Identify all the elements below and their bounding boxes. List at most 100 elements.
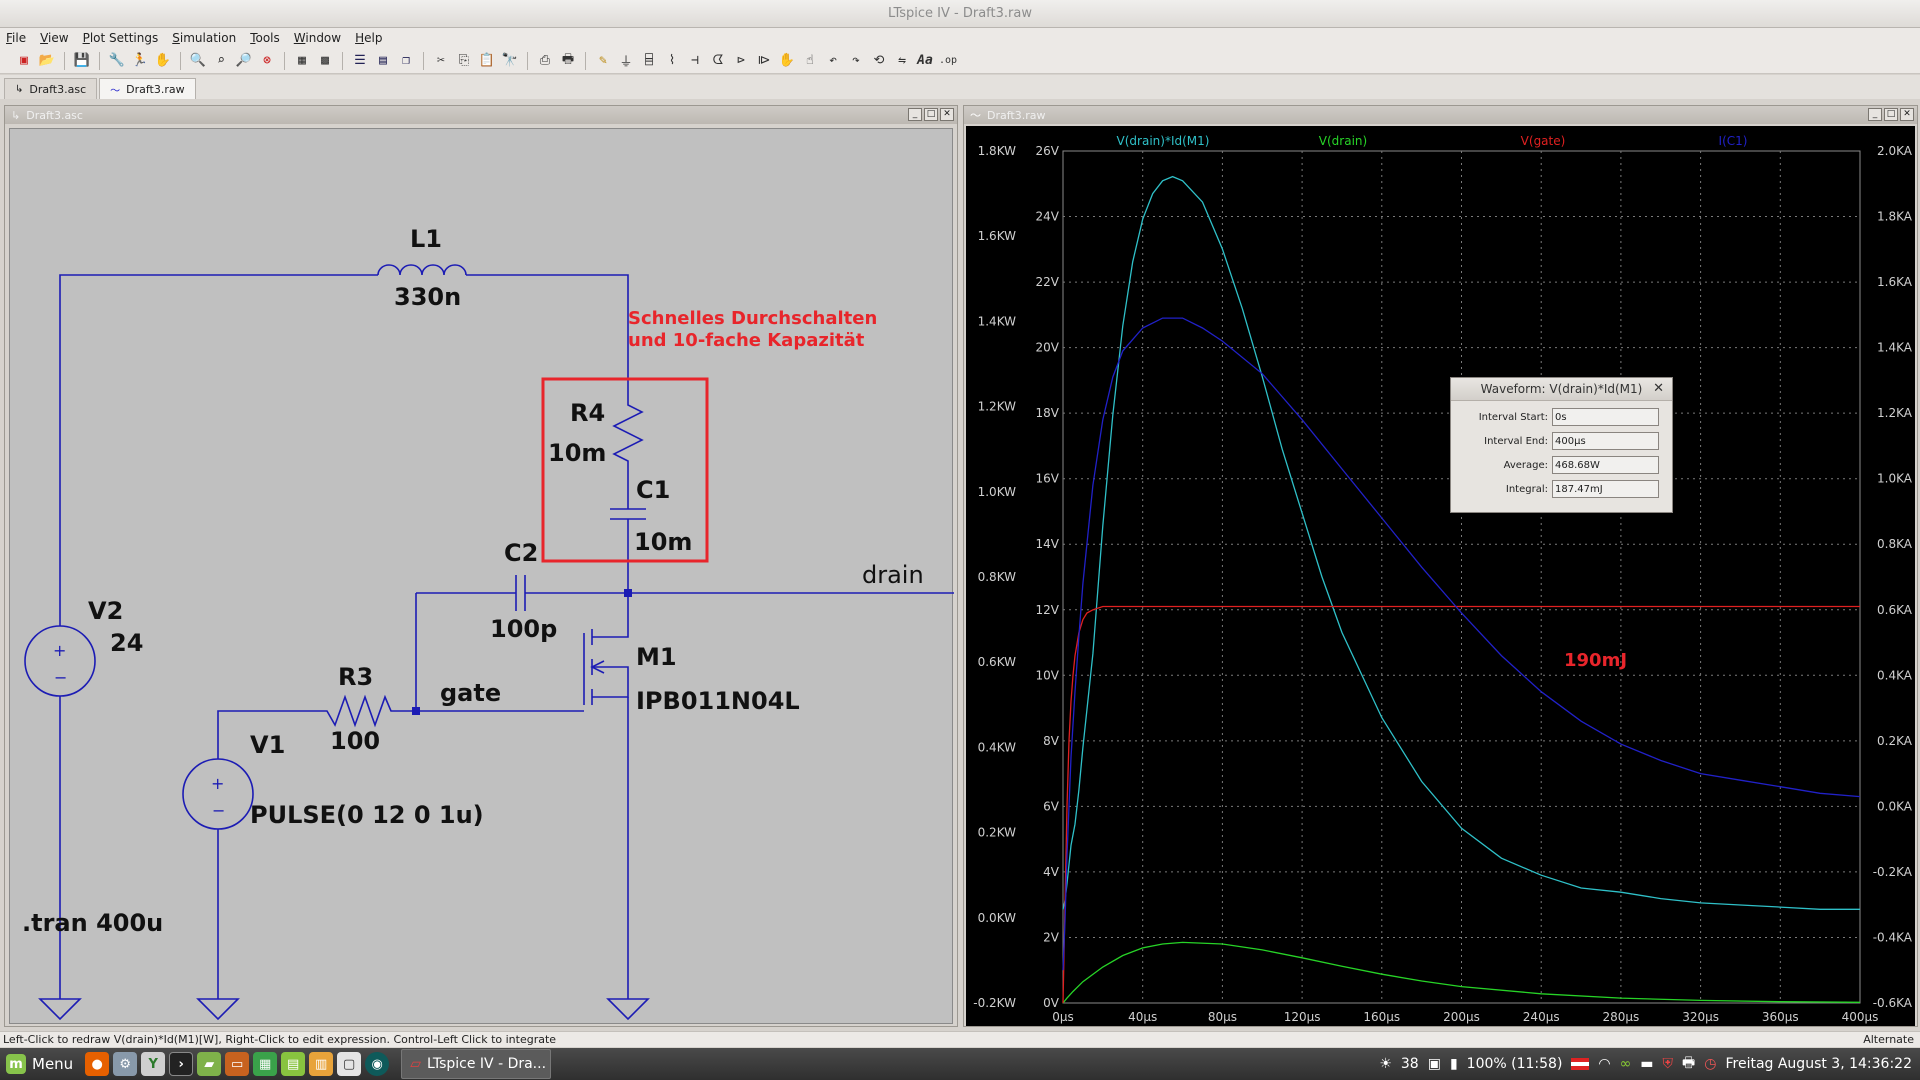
y-power-tick-label: 0.4KW bbox=[978, 740, 1017, 754]
printer-icon[interactable]: 🖶 bbox=[1682, 1052, 1695, 1076]
files-icon[interactable]: ▰ bbox=[197, 1052, 222, 1076]
label-v2-plus: + bbox=[53, 641, 66, 660]
notes-icon[interactable]: ▣ bbox=[1428, 1056, 1441, 1072]
interval-start-field[interactable] bbox=[1552, 408, 1659, 426]
drive-icon[interactable]: ▬ bbox=[1640, 1056, 1653, 1072]
maximize-icon[interactable]: □ bbox=[924, 108, 938, 121]
interval-end-field[interactable] bbox=[1552, 432, 1659, 450]
autorange-icon[interactable]: ▦ bbox=[292, 51, 312, 71]
redo-icon[interactable]: ↷ bbox=[846, 51, 866, 71]
run-icon[interactable]: 🏃 bbox=[130, 51, 150, 71]
minimize-icon[interactable]: _ bbox=[908, 108, 922, 121]
grid-icon[interactable]: ▩ bbox=[315, 51, 335, 71]
rotate-icon[interactable]: ⟲ bbox=[869, 51, 889, 71]
component-icon[interactable]: ⧐ bbox=[754, 51, 774, 71]
print-icon[interactable]: 🖶 bbox=[558, 51, 578, 71]
clock-icon[interactable]: ◷ bbox=[1704, 1056, 1716, 1072]
firefox-icon[interactable]: ● bbox=[85, 1052, 110, 1076]
terminal-icon[interactable]: › bbox=[169, 1052, 194, 1076]
waveform-chart[interactable]: 0µs 40µs 80µs 120µs 160µs 200µs 240µs 280µs 320µ… bbox=[966, 126, 1915, 1026]
wire-icon[interactable]: ✎ bbox=[593, 51, 613, 71]
libreoffice-calc-icon[interactable]: ▦ bbox=[253, 1052, 278, 1076]
zoom-in-icon[interactable]: 🔍 bbox=[188, 51, 208, 71]
junction-drain bbox=[624, 589, 632, 597]
zoom-out-icon[interactable]: 🔎 bbox=[234, 51, 254, 71]
waveform-integral-dialog[interactable]: Waveform: V(drain)*Id(M1) ✕ Interval Sta… bbox=[1450, 377, 1673, 513]
taskbar-item-ltspice[interactable]: ▱ LTspice IV - Dra... bbox=[401, 1049, 552, 1079]
average-field[interactable] bbox=[1552, 456, 1659, 474]
start-menu-button[interactable]: m Menu bbox=[0, 1048, 83, 1080]
zoom-cancel-icon[interactable]: ⊗ bbox=[257, 51, 277, 71]
dialog-header[interactable]: Waveform: V(drain)*Id(M1) ✕ bbox=[1451, 378, 1672, 401]
y-voltage-tick-label: 6V bbox=[1043, 799, 1060, 813]
drag-icon[interactable]: ☝ bbox=[800, 51, 820, 71]
integral-field[interactable] bbox=[1552, 480, 1659, 498]
window-titlebar[interactable]: LTspice IV - Draft3.raw bbox=[0, 0, 1920, 28]
label-note-2: und 10-fache Kapazität bbox=[628, 330, 865, 351]
inductor-icon[interactable]: ᗧ bbox=[708, 51, 728, 71]
cascade-icon[interactable]: ❐ bbox=[396, 51, 416, 71]
schematic-window: ↳ Draft3.asc _ □ ✕ + − + − L1 330n Schne… bbox=[4, 105, 958, 1027]
weather-icon[interactable]: ☀ bbox=[1379, 1056, 1392, 1072]
tab-draft3-asc[interactable]: ↳ Draft3.asc bbox=[4, 78, 98, 99]
close-icon[interactable]: ✕ bbox=[1900, 108, 1914, 121]
ground-symbol-v1 bbox=[196, 998, 240, 1021]
menu-plot-settings[interactable]: Plot Settings bbox=[83, 31, 159, 45]
zoom-box-icon[interactable]: ⌕ bbox=[211, 51, 231, 71]
mirror-icon[interactable]: ⇋ bbox=[892, 51, 912, 71]
cut-icon[interactable]: ✂ bbox=[431, 51, 451, 71]
label-icon[interactable]: ⌸ bbox=[639, 51, 659, 71]
move-icon[interactable]: ✋ bbox=[777, 51, 797, 71]
menu-help[interactable]: Help bbox=[355, 31, 382, 45]
libreoffice-writer-icon[interactable]: ▢ bbox=[337, 1052, 362, 1076]
control-panel-icon[interactable]: 🔧 bbox=[107, 51, 127, 71]
spice-directive-icon[interactable]: .op bbox=[938, 51, 958, 71]
diode-icon[interactable]: ⊳ bbox=[731, 51, 751, 71]
battery-icon[interactable]: ▮ bbox=[1450, 1056, 1458, 1072]
menu-file[interactable]: File bbox=[6, 31, 26, 45]
libreoffice-impress-icon[interactable]: ▥ bbox=[309, 1052, 334, 1076]
schematic-window-icon: ↳ bbox=[11, 108, 21, 122]
y-voltage-tick-label: 8V bbox=[1043, 734, 1060, 748]
text-icon[interactable]: Aa bbox=[915, 51, 935, 71]
waveform-plot[interactable]: 0µs 40µs 80µs 120µs 160µs 200µs 240µs 280µs 320µ… bbox=[966, 126, 1915, 1026]
copy-icon[interactable]: ⎘ bbox=[454, 51, 474, 71]
schematic-window-header[interactable]: ↳ Draft3.asc _ □ ✕ bbox=[5, 106, 957, 124]
capacitor-icon[interactable]: ⊣ bbox=[685, 51, 705, 71]
menu-tools[interactable]: Tools bbox=[250, 31, 280, 45]
save-icon[interactable]: 💾 bbox=[72, 51, 92, 71]
waveform-window-header[interactable]: 〜 Draft3.raw _ □ ✕ bbox=[964, 106, 1917, 124]
keyboard-layout-flag-icon[interactable] bbox=[1571, 1058, 1590, 1070]
close-icon[interactable]: ✕ bbox=[940, 108, 954, 121]
network-icon[interactable]: ∞ bbox=[1620, 1056, 1632, 1072]
label-c2: C2 bbox=[504, 539, 538, 567]
find-icon[interactable]: 🔭 bbox=[500, 51, 520, 71]
software-manager-icon[interactable]: Y bbox=[141, 1052, 166, 1076]
paste-icon[interactable]: 📋 bbox=[477, 51, 497, 71]
open-icon[interactable]: 📂 bbox=[37, 51, 57, 71]
tab-draft3-raw[interactable]: 〜 Draft3.raw bbox=[99, 78, 196, 99]
menu-view[interactable]: View bbox=[40, 31, 68, 45]
halt-icon[interactable]: ✋ bbox=[153, 51, 173, 71]
application-icon[interactable]: ◉ bbox=[365, 1052, 390, 1076]
tile-horizontal-icon[interactable]: ☰ bbox=[350, 51, 370, 71]
menu-simulation[interactable]: Simulation bbox=[172, 31, 236, 45]
resistor-icon[interactable]: ⌇ bbox=[662, 51, 682, 71]
print-preview-icon[interactable]: ⎙ bbox=[535, 51, 555, 71]
monitor-icon[interactable]: ▭ bbox=[225, 1052, 250, 1076]
libreoffice-draw-icon[interactable]: ▤ bbox=[281, 1052, 306, 1076]
new-schematic-icon[interactable]: ▣ bbox=[14, 51, 34, 71]
menu-window[interactable]: Window bbox=[294, 31, 341, 45]
wifi-icon[interactable]: ◠ bbox=[1598, 1056, 1610, 1072]
close-icon[interactable]: ✕ bbox=[1653, 381, 1664, 396]
minimize-icon[interactable]: _ bbox=[1868, 108, 1882, 121]
schematic-canvas[interactable]: + − + − L1 330n Schnelles Durchschalten … bbox=[9, 128, 954, 1024]
y-current-tick-label: 1.6KA bbox=[1877, 275, 1913, 289]
update-shield-icon[interactable]: ⛨ bbox=[1663, 1056, 1674, 1072]
undo-icon[interactable]: ↶ bbox=[823, 51, 843, 71]
ground-icon[interactable]: ⏚ bbox=[616, 51, 636, 71]
settings-icon[interactable]: ⚙ bbox=[113, 1052, 138, 1076]
tile-vertical-icon[interactable]: ▤ bbox=[373, 51, 393, 71]
maximize-icon[interactable]: □ bbox=[1884, 108, 1898, 121]
average-label: Average: bbox=[1503, 459, 1548, 471]
